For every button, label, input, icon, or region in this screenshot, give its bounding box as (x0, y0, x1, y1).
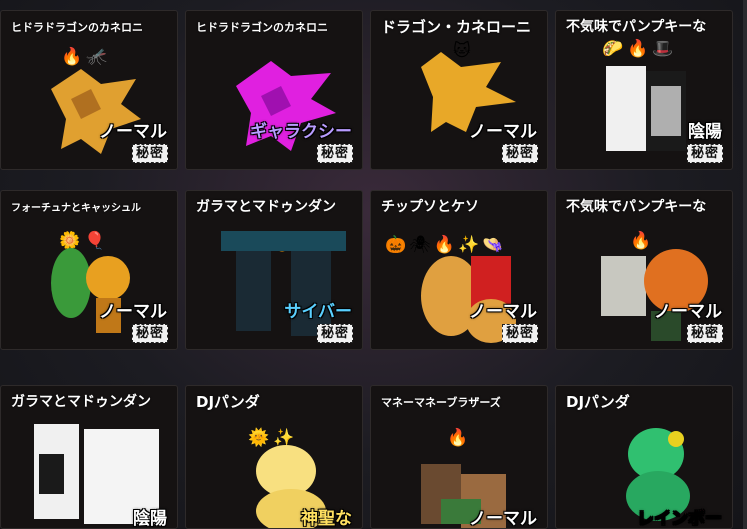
card-title: 不気味でパンプキーな (566, 19, 707, 35)
card-7[interactable]: チップソとケソ 🎃 🕷 🔥 ✨ 👒 ノーマル 秘密 (370, 190, 548, 350)
card-1[interactable]: ヒドラドラゴンのカネロニ 🔥 🦟 ノーマル 秘密 (0, 10, 178, 170)
secret-badge: 秘密 (131, 324, 168, 343)
card-title: ドラゴン・カネローニ (381, 18, 532, 36)
rarity-label: 神聖な (301, 509, 352, 529)
taco-icon: 🌮 (602, 39, 624, 59)
fire-icon: 🔥 (447, 428, 469, 448)
secret-badge: 秘密 (316, 144, 353, 163)
card-11[interactable]: マネーマネーブラザーズ 🔥 ノーマル (370, 385, 548, 529)
pumpkin-icon: 🎃 (385, 235, 407, 255)
secret-badge: 秘密 (686, 324, 723, 343)
secret-badge: 秘密 (316, 324, 353, 343)
rarity-label: レインボー (637, 504, 722, 529)
card-title: 不気味でパンプキーな (566, 199, 707, 215)
rarity-label: 陰陽 (688, 122, 722, 142)
card-title: チップソとケソ (381, 199, 479, 215)
secret-badge: 秘密 (501, 144, 538, 163)
rainbow-text: レインボー (637, 509, 722, 529)
hat-icon: 🎩 (652, 39, 674, 59)
card-3[interactable]: ドラゴン・カネローニ 🐱 ノーマル 秘密 (370, 10, 548, 170)
rarity-label: ギャラクシー (250, 122, 352, 142)
brainrot-grid: ヒドラドラゴンのカネロニ 🔥 🦟 ノーマル 秘密 ヒドラドラゴンのカネロニ ギャ… (0, 0, 747, 529)
card-title: マネーマネーブラザーズ (381, 396, 501, 409)
secret-badge: 秘密 (131, 144, 168, 163)
sprite-yin-yang (606, 66, 686, 151)
card-title: DJパンダ (196, 393, 260, 411)
card-4[interactable]: 不気味でパンプキーな 🌮 🔥 🎩 陰陽 秘密 (555, 10, 733, 170)
rarity-label: ノーマル (99, 302, 167, 322)
card-6[interactable]: ガラマとマドゥンダン 🦟 🔥 サイバー 秘密 (185, 190, 363, 350)
card-title: ヒドラドラゴンのカネロニ (11, 21, 143, 34)
badges: 🌮 🔥 🎩 (602, 39, 674, 59)
card-title: フォーチュナとキャッシュル (11, 203, 141, 214)
rarity-label: 陰陽 (133, 509, 167, 529)
card-title: ヒドラドラゴンのカネロニ (196, 21, 328, 34)
rarity-label: ノーマル (654, 302, 722, 322)
secret-badge: 秘密 (686, 144, 723, 163)
card-title: ガラマとマドゥンダン (196, 199, 336, 215)
card-8[interactable]: 不気味でパンプキーな 🔥 ノーマル 秘密 (555, 190, 733, 350)
rarity-label: サイバー (284, 302, 352, 322)
secret-badge: 秘密 (501, 324, 538, 343)
card-9[interactable]: ガラマとマドゥンダン 陰陽 (0, 385, 178, 529)
card-title: DJパンダ (566, 393, 630, 411)
rarity-label: ノーマル (469, 122, 537, 142)
rarity-label: ノーマル (469, 509, 537, 529)
rarity-label: ノーマル (469, 302, 537, 322)
card-12[interactable]: DJパンダ レインボー (555, 385, 733, 529)
card-10[interactable]: DJパンダ 🌞 ✨ 神聖な (185, 385, 363, 529)
card-title: ガラマとマドゥンダン (11, 394, 151, 410)
card-2[interactable]: ヒドラドラゴンのカネロニ ギャラクシー 秘密 (185, 10, 363, 170)
fire-icon: 🔥 (627, 39, 649, 59)
rarity-label: ノーマル (99, 122, 167, 142)
badges: 🔥 (447, 428, 468, 448)
scrollbar-edge[interactable] (743, 0, 747, 529)
card-5[interactable]: フォーチュナとキャッシュル 🌼 🎈 ノーマル 秘密 (0, 190, 178, 350)
